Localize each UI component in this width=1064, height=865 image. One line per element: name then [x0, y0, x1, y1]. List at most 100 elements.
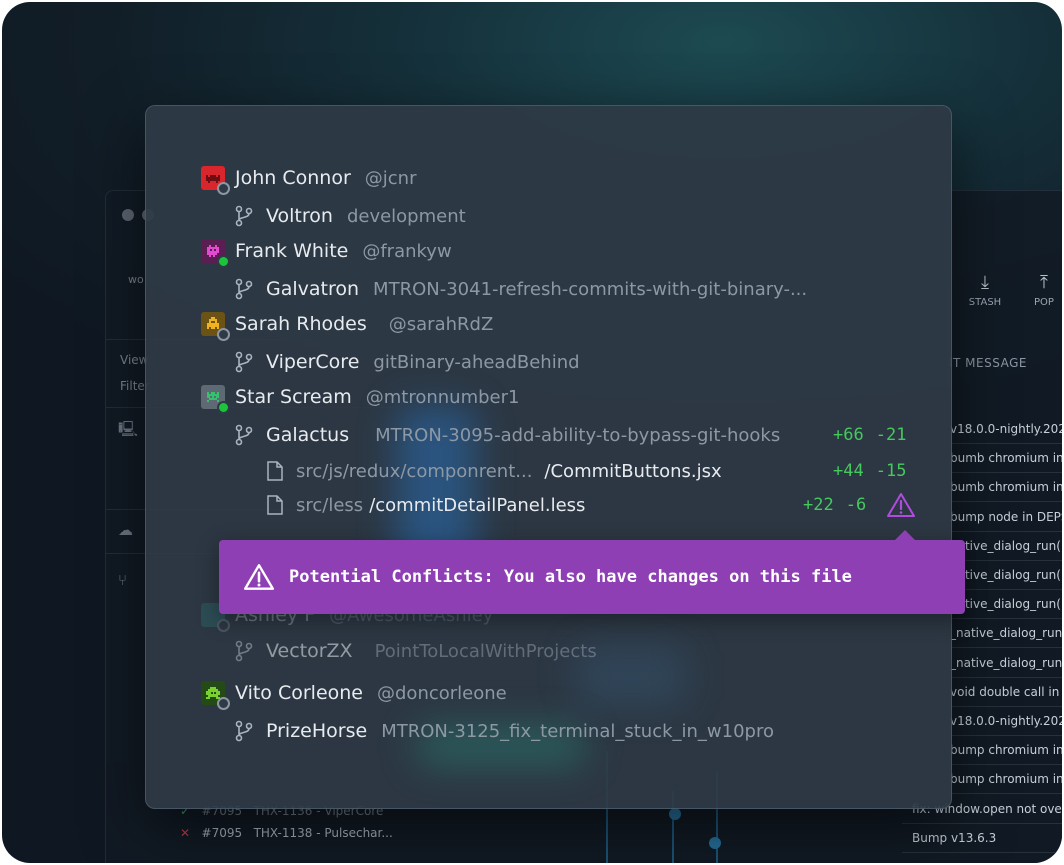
divider: [950, 501, 1062, 503]
user-row-sarah-rhodes[interactable]: Sarah Rhodes @sarahRdZ: [201, 309, 494, 341]
user-row-frank-white[interactable]: Frank White @frankyw: [201, 236, 452, 268]
avatar: [201, 312, 230, 341]
warning-triangle-icon[interactable]: [886, 492, 916, 518]
branch-name: MTRON-3095-add-ability-to-bypass-git-hoo…: [375, 424, 781, 446]
commit-message[interactable]: bumb chromium in: [950, 480, 1062, 494]
user-handle: @sarahRdZ: [388, 313, 494, 335]
warning-triangle-icon: [243, 564, 275, 590]
stash-button[interactable]: ⤓ STASH: [960, 272, 1010, 308]
avatar: [201, 166, 230, 195]
file-row[interactable]: src/less /commitDetailPanel.less: [266, 490, 585, 520]
avatar: [201, 385, 230, 414]
commit-message[interactable]: v18.0.0-nightly.2021: [950, 422, 1062, 436]
pull-request-icon[interactable]: ⑂: [118, 571, 127, 589]
branch-name: gitBinary-aheadBehind: [373, 351, 580, 373]
branch-row[interactable]: Voltron development: [234, 201, 466, 231]
status-indicator-offline: [217, 697, 230, 710]
divider: [950, 530, 1062, 532]
git-branch-icon: [235, 720, 253, 742]
file-icon: [267, 461, 283, 481]
download-arrow-icon: ⤓: [981, 272, 989, 293]
commit-message[interactable]: bump chromium in: [950, 772, 1062, 786]
branch-row[interactable]: PrizeHorse MTRON-3125_fix_terminal_stuck…: [234, 716, 774, 746]
commit-message[interactable]: bump chromium in: [950, 743, 1062, 757]
divider: [950, 647, 1062, 649]
commit-message[interactable]: void double call in Or: [950, 685, 1062, 699]
screenshot-frame: wo View Filter 🖳 ☁ ⑂ ⤓ STASH ⤒ POP IT ME…: [2, 2, 1062, 863]
repo-name: ViperCore: [266, 351, 360, 373]
file-name: /commitDetailPanel.less: [369, 494, 586, 516]
branch-name: PointToLocalWithProjects: [374, 640, 597, 662]
branch-row[interactable]: VectorZX PointToLocalWithProjects: [234, 636, 597, 666]
divider: [950, 705, 1062, 707]
commit-message[interactable]: native_dialog_run(): [950, 568, 1062, 582]
file-directory: src/js/redux/componrent...: [296, 460, 533, 482]
divider: [950, 443, 1062, 444]
user-row-star-scream[interactable]: Star Scream @mtronnumber1: [201, 382, 520, 414]
commit-message[interactable]: bump node in DEPS: [950, 510, 1062, 524]
pop-button[interactable]: ⤒ POP: [1019, 272, 1062, 308]
branch-diff-stats: +66 -21: [833, 420, 906, 450]
commit-graph-node[interactable]: [669, 808, 681, 820]
deletions-count: -21: [875, 425, 907, 445]
workspace-label: wo: [128, 273, 144, 286]
commit-message-header: IT MESSAGE: [949, 356, 1027, 370]
commit-message[interactable]: _native_dialog_run(): [950, 656, 1062, 670]
file-name: /CommitButtons.jsx: [544, 460, 722, 482]
status-indicator-online: [217, 255, 230, 268]
user-handle: @doncorleone: [377, 682, 507, 704]
commit-message[interactable]: bumb chromium in: [950, 451, 1062, 465]
file-directory: src/less: [296, 494, 364, 516]
cloud-icon[interactable]: ☁: [118, 521, 133, 539]
user-handle: @frankyw: [362, 240, 452, 262]
branch-row[interactable]: ViperCore gitBinary-aheadBehind: [234, 347, 580, 377]
branch-name: development: [346, 205, 466, 227]
additions-count: +22: [803, 495, 834, 515]
additions-count: +44: [833, 461, 864, 481]
branch-row[interactable]: Galvatron MTRON-3041-refresh-commits-wit…: [234, 274, 807, 304]
commit-message[interactable]: native_dialog_run(): [950, 539, 1062, 553]
user-row-john-connor[interactable]: John Connor @jcnr: [201, 163, 417, 195]
repo-name: Voltron: [266, 205, 333, 227]
divider: [902, 851, 1062, 853]
close-icon: ✕: [180, 826, 191, 840]
user-row-vito-corleone[interactable]: Vito Corleone @doncorleone: [201, 678, 507, 710]
user-handle: @mtronnumber1: [365, 386, 520, 408]
status-indicator-offline: [217, 619, 230, 632]
file-row[interactable]: src/js/redux/componrent... /CommitButton…: [266, 456, 722, 486]
window-control-dot[interactable]: [122, 209, 134, 221]
conflict-tooltip: Potential Conflicts: You also have chang…: [219, 530, 965, 614]
branch-name: MTRON-3041-refresh-commits-with-git-bina…: [373, 278, 808, 300]
commit-message[interactable]: native_dialog_run(): [950, 597, 1062, 611]
status-indicator-offline: [217, 182, 230, 195]
tooltip-arrow: [895, 530, 915, 540]
repo-name: Galvatron: [266, 278, 360, 300]
file-icon: [267, 495, 283, 515]
status-indicator-offline: [217, 328, 230, 341]
pr-row[interactable]: ✕ #7095 THX-1138 - Pulsechar...: [180, 826, 393, 840]
repo-name: VectorZX: [266, 640, 353, 662]
divider: [902, 822, 1062, 824]
git-branch-icon: [235, 424, 253, 446]
user-name: Sarah Rhodes: [235, 313, 367, 335]
commit-message[interactable]: _native_dialog_run(): [950, 626, 1062, 640]
divider: [950, 472, 1062, 474]
file-diff-stats: +22 -6: [803, 490, 916, 520]
user-handle: @jcnr: [364, 167, 417, 189]
commit-message[interactable]: v18.0.0-nightly.2021: [950, 714, 1062, 728]
divider: [950, 618, 1062, 620]
status-indicator-online: [217, 401, 230, 414]
laptop-icon[interactable]: 🖳: [118, 419, 138, 444]
branch-row[interactable]: Galactus MTRON-3095-add-ability-to-bypas…: [234, 420, 780, 450]
divider: [950, 793, 1062, 795]
deletions-count: -15: [875, 461, 907, 481]
divider: [950, 676, 1062, 678]
user-name: Star Scream: [235, 386, 352, 408]
branch-name: MTRON-3125_fix_terminal_stuck_in_w10pro: [381, 720, 774, 742]
commit-message[interactable]: Bump v13.6.3: [912, 831, 1062, 845]
deletions-count: -6: [845, 495, 867, 515]
git-branch-icon: [235, 278, 253, 300]
commit-graph-node[interactable]: [709, 837, 721, 849]
conflict-message: Potential Conflicts: You also have chang…: [289, 567, 852, 587]
user-name: Frank White: [235, 240, 349, 262]
